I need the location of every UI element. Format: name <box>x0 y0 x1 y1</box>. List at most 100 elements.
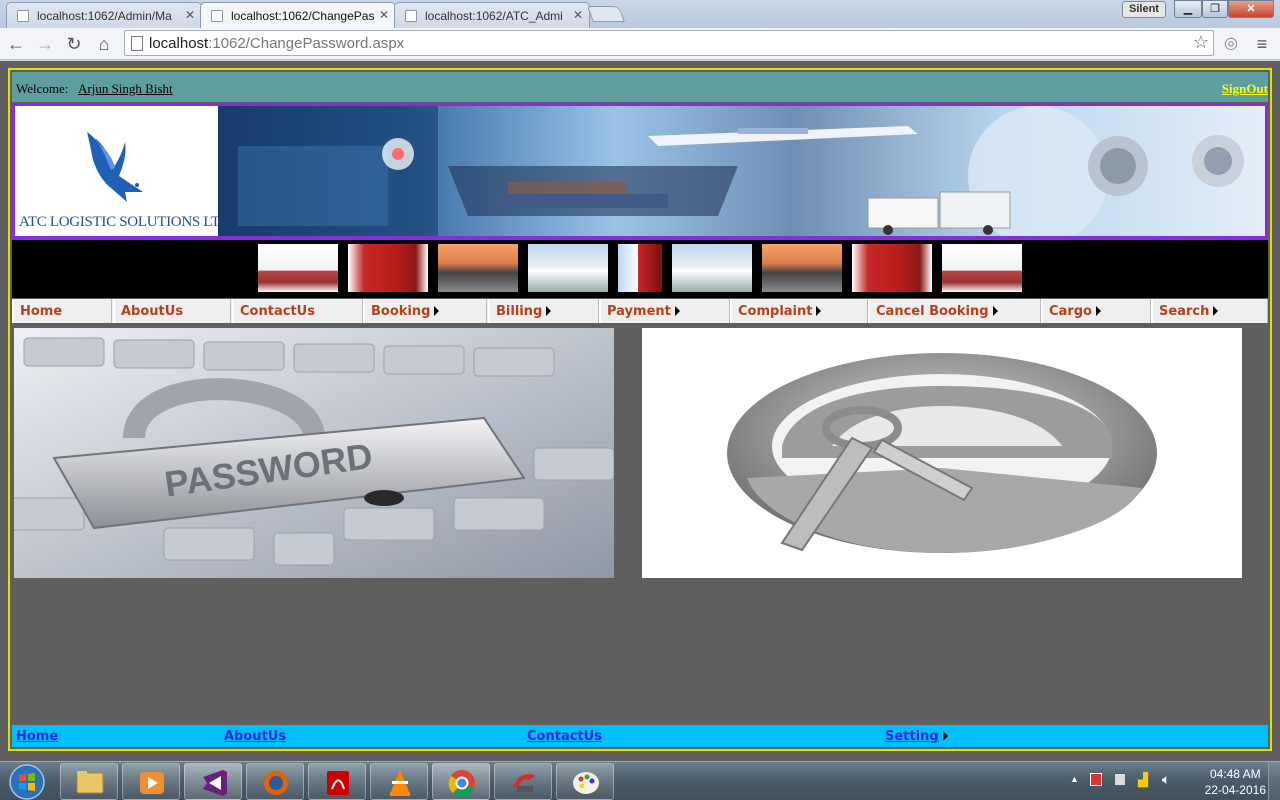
thumb-sliding-truck <box>618 244 662 292</box>
footer-setting-link[interactable]: Setting <box>885 729 948 744</box>
footer-home-link[interactable]: Home <box>16 729 58 744</box>
media-player-icon <box>140 772 164 794</box>
thumb-plane-truck <box>258 244 338 292</box>
welcome-label: Welcome: <box>16 81 69 96</box>
tab-atc-admin[interactable]: localhost:1062/ATC_Admi ✕ <box>394 2 590 28</box>
new-tab-button[interactable] <box>587 6 625 22</box>
page-frame: Welcome: Arjun Singh Bisht SignOut ATC L… <box>8 68 1272 751</box>
minimize-button[interactable]: ▁ <box>1174 0 1202 18</box>
menu-complaint[interactable]: Complaint <box>730 299 868 323</box>
submenu-arrow-icon <box>674 306 680 316</box>
bookmark-star-icon[interactable]: ☆ <box>1193 32 1209 53</box>
tab-change-password[interactable]: localhost:1062/ChangePas ✕ <box>200 2 396 29</box>
menu-cancel-booking[interactable]: Cancel Booking <box>868 299 1041 323</box>
extension-icon[interactable]: ◎ <box>1219 32 1243 56</box>
company-logo: ATC LOGISTIC SOLUTIONS LTD. <box>15 106 234 236</box>
maximize-button[interactable]: ❐ <box>1202 0 1228 18</box>
menu-billing[interactable]: Billing <box>488 299 599 323</box>
firefox-icon <box>264 771 288 795</box>
taskbar-ccleaner[interactable] <box>494 763 552 800</box>
page-icon <box>211 10 223 22</box>
menu-aboutus[interactable]: AboutUs <box>113 299 231 323</box>
footer-contactus-link[interactable]: ContactUs <box>527 729 602 744</box>
menu-cargo[interactable]: Cargo <box>1041 299 1151 323</box>
thumb-red-truck <box>348 244 428 292</box>
taskbar-chrome[interactable] <box>432 763 490 800</box>
action-center-icon[interactable] <box>1090 773 1102 786</box>
reload-icon[interactable]: ↻ <box>62 32 86 56</box>
network-icon[interactable]: ▟ <box>1138 772 1148 788</box>
footer-aboutus-link[interactable]: AboutUs <box>224 729 286 744</box>
clock[interactable]: 04:48 AM 22-04-2016 <box>1205 766 1266 798</box>
close-window-button[interactable]: ✕ <box>1228 0 1274 18</box>
tab-admin[interactable]: localhost:1062/Admin/Ma ✕ <box>6 2 202 28</box>
browser-title-bar: localhost:1062/Admin/Ma ✕ localhost:1062… <box>0 0 1280 29</box>
header-banner: ATC LOGISTIC SOLUTIONS LTD. <box>12 103 1268 239</box>
silent-indicator: Silent <box>1122 1 1166 18</box>
submenu-arrow-icon <box>434 306 440 316</box>
submenu-arrow-icon <box>1213 306 1219 316</box>
close-tab-icon[interactable]: ✕ <box>185 8 195 22</box>
chrome-icon <box>448 770 475 797</box>
ccleaner-icon <box>513 774 535 792</box>
welcome-bar: Welcome: Arjun Singh Bisht SignOut <box>12 72 1268 102</box>
visual-studio-icon <box>203 770 227 796</box>
system-tray: ▲ ▟ 🔈︎ 04:48 AM 22-04-2016 <box>1060 762 1280 800</box>
back-icon[interactable]: ← <box>4 32 28 56</box>
tab-title: localhost:1062/Admin/Ma <box>37 9 172 23</box>
close-tab-icon[interactable]: ✕ <box>573 8 583 22</box>
close-tab-icon[interactable]: ✕ <box>379 8 389 22</box>
footer-menu: Home AboutUs ContactUs Setting <box>12 725 1268 747</box>
taskbar-firefox[interactable] <box>246 763 304 800</box>
taskbar-paint[interactable] <box>556 763 614 800</box>
device-icon[interactable] <box>1114 773 1126 786</box>
main-menu: Home AboutUs ContactUs Booking Billing P… <box>12 299 1268 323</box>
thumb-white-truck-2 <box>672 244 752 292</box>
home-icon[interactable]: ⌂ <box>92 32 116 56</box>
user-name-link[interactable]: Arjun Singh Bisht <box>78 81 173 97</box>
vlc-icon <box>390 770 410 796</box>
submenu-arrow-icon <box>816 306 822 316</box>
submenu-arrow-icon <box>992 306 998 316</box>
tray-expand-icon[interactable]: ▲ <box>1070 774 1079 784</box>
url-text: localhost:1062/ChangePassword.aspx <box>149 35 405 52</box>
thumb-white-truck <box>528 244 608 292</box>
page-icon <box>17 10 29 22</box>
thumb-sunset-truck-2 <box>762 244 842 292</box>
start-button[interactable] <box>4 763 50 800</box>
taskbar-media-player[interactable] <box>122 763 180 800</box>
clock-date: 22-04-2016 <box>1204 783 1266 797</box>
volume-icon[interactable]: 🔈︎ <box>1162 771 1170 788</box>
submenu-arrow-icon <box>942 731 948 741</box>
thumb-sunset-truck <box>438 244 518 292</box>
windows-taskbar: ▲ ▟ 🔈︎ 04:48 AM 22-04-2016 <box>0 761 1280 800</box>
submenu-arrow-icon <box>546 306 552 316</box>
page-icon <box>131 36 143 51</box>
menu-home[interactable]: Home <box>12 299 112 323</box>
forward-icon[interactable]: → <box>33 32 57 56</box>
menu-booking[interactable]: Booking <box>363 299 487 323</box>
menu-search[interactable]: Search <box>1151 299 1268 323</box>
logo-text: ATC LOGISTIC SOLUTIONS LTD. <box>19 214 234 230</box>
page-viewport: Welcome: Arjun Singh Bisht SignOut ATC L… <box>0 61 1280 761</box>
windows-logo-icon <box>9 764 45 800</box>
taskbar-vlc[interactable] <box>370 763 428 800</box>
menu-icon[interactable]: ≡ <box>1250 32 1274 56</box>
image-thumbnail-strip <box>12 240 1268 298</box>
taskbar-acrobat[interactable] <box>308 763 366 800</box>
submenu-arrow-icon <box>1095 306 1101 316</box>
menu-payment[interactable]: Payment <box>599 299 730 323</box>
password-padlock-image: PASSWORD <box>14 328 614 578</box>
thumb-red-truck-2 <box>852 244 932 292</box>
address-bar[interactable]: localhost:1062/ChangePassword.aspx ☆ <box>124 30 1214 56</box>
pdf-icon <box>327 771 349 795</box>
clock-time: 04:48 AM <box>1209 767 1261 781</box>
show-desktop-button[interactable] <box>1268 762 1280 800</box>
keys-e-image <box>642 328 1242 578</box>
menu-contactus[interactable]: ContactUs <box>232 299 363 323</box>
paint-icon <box>573 772 599 794</box>
eagle-logo-icon <box>87 132 143 202</box>
signout-link[interactable]: SignOut <box>1222 81 1268 97</box>
taskbar-visual-studio[interactable] <box>184 763 242 800</box>
taskbar-file-explorer[interactable] <box>60 763 118 800</box>
